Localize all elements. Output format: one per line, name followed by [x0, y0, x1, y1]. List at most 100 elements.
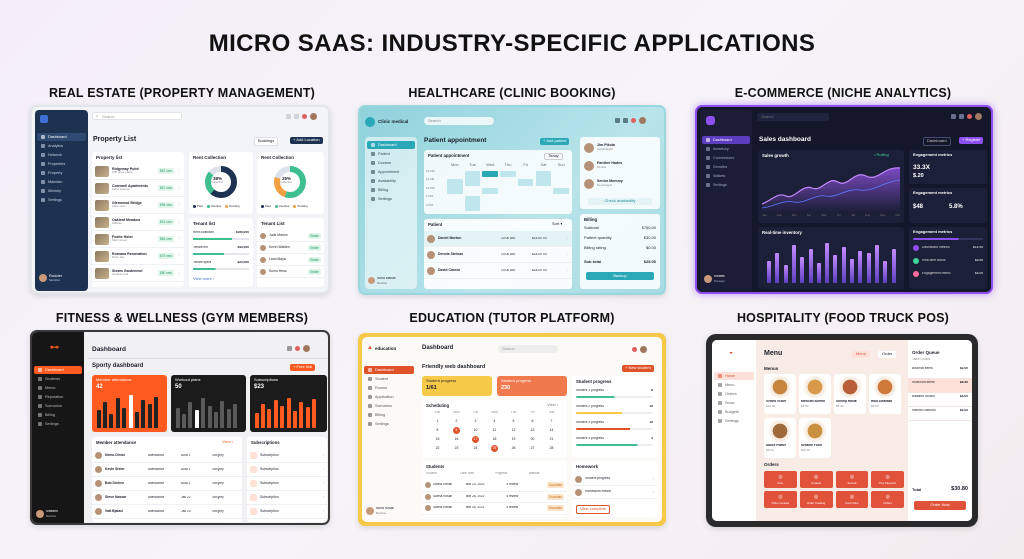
nav-item-student[interactable]: Student — [364, 375, 414, 383]
add-location-button[interactable]: + Add Location — [290, 137, 323, 144]
appointment-slot[interactable] — [500, 171, 516, 178]
subscription-row[interactable]: Subscription › — [247, 477, 327, 491]
calendar-date[interactable]: 25 — [491, 445, 498, 452]
calendar-date[interactable]: 2 — [453, 418, 460, 425]
calendar-date[interactable]: 20 — [529, 436, 536, 443]
order-action-button[interactable]: ◎ Served — [835, 471, 869, 488]
subscription-row[interactable]: Subscription › — [247, 449, 327, 463]
calendar-date[interactable]: 16 — [453, 436, 460, 443]
more-icon[interactable]: ⋮ — [565, 252, 569, 257]
more-icon[interactable]: ⋮ — [565, 236, 569, 241]
homework-row[interactable]: Student progress › — [572, 473, 657, 486]
more-icon[interactable]: ⋮ — [177, 186, 181, 191]
nav-item-network[interactable]: Network — [37, 151, 86, 159]
calendar-date[interactable]: 26 — [510, 445, 517, 452]
avatar[interactable] — [303, 345, 310, 352]
calendar-date[interactable]: 18 — [491, 436, 498, 443]
nav-item-application[interactable]: Application — [364, 393, 414, 401]
appointment-slot[interactable] — [553, 187, 569, 195]
mail-icon[interactable] — [623, 118, 628, 123]
nav-item-maintain[interactable]: Maintain — [37, 178, 86, 186]
nav-item-properties[interactable]: Properties — [37, 160, 86, 168]
nav-item-dashboard[interactable]: Dashboard — [37, 133, 86, 141]
property-row[interactable]: Oakleaf Meadow Hillside $41 new ⋮ — [92, 214, 184, 231]
property-row[interactable]: Steam Gardenmel Central park $80 new ⋮ — [92, 265, 184, 282]
nav-item-inventory[interactable]: Inventory — [702, 145, 750, 153]
today-dropdown[interactable]: Today — [544, 153, 563, 160]
nav-item-doctors[interactable]: Doctors — [367, 159, 415, 167]
calendar-date[interactable]: 23 — [453, 445, 460, 452]
calendar-date[interactable]: 15 — [434, 436, 441, 443]
appointment-slot[interactable] — [482, 171, 499, 178]
grid-icon[interactable] — [286, 113, 291, 119]
avatar[interactable] — [640, 346, 647, 353]
calendar-date[interactable]: 7 — [548, 418, 555, 425]
appointment-slot[interactable] — [482, 187, 499, 195]
tenant-row[interactable]: Land Maya Stable — [257, 254, 324, 266]
nav-item-memo[interactable]: Memo — [34, 384, 82, 392]
nav-item-scenarios[interactable]: Scenarios — [364, 402, 414, 410]
more-icon[interactable]: ⋮ — [177, 220, 181, 225]
dish-card[interactable]: Shrimp Rasta $8.00 — [834, 374, 866, 414]
nav-item-stock[interactable]: Stock — [714, 399, 754, 407]
order-action-button[interactable]: ◎ Order Cooked — [764, 491, 797, 508]
nav-item-home[interactable]: Home — [714, 372, 754, 380]
order-now-button[interactable]: Order Now — [914, 501, 966, 510]
queue-row[interactable]: Roast kid ltems $8.50 — [908, 379, 972, 393]
dashboard-button[interactable]: Dashboard — [923, 137, 951, 146]
nav-item-dashboard[interactable]: Dashboard — [364, 366, 414, 374]
nav-item-property[interactable]: Property — [37, 169, 86, 177]
nav-item-settings[interactable]: Settings — [37, 196, 86, 204]
doctor-item[interactable]: Panther Hades Dentist — [580, 159, 660, 177]
search-input[interactable]: ⌕ Search — [92, 112, 182, 120]
property-row[interactable]: Ridgeway Point Cliff drive place $52 new ⋮ — [92, 163, 184, 180]
student-row[interactable]: Sanna Rosan Mar 23, 2022 4 review Guardian — [422, 480, 567, 492]
dish-card[interactable]: Sesame Food $11.00 — [799, 418, 831, 458]
chevron-right-icon[interactable]: › — [323, 509, 324, 514]
avatar[interactable] — [975, 113, 982, 120]
nav-item-billing[interactable]: Billing — [364, 411, 414, 419]
grid-icon[interactable] — [615, 118, 620, 123]
nav-item-appointment[interactable]: Appointment — [367, 168, 415, 176]
nav-item-availability[interactable]: Availability — [367, 177, 415, 185]
search-input[interactable]: Search — [424, 117, 494, 125]
calendar-date[interactable]: 28 — [548, 445, 555, 452]
new-student-button[interactable]: + New student — [622, 365, 654, 372]
calendar-date[interactable]: 10 — [472, 427, 479, 434]
more-icon[interactable]: ⋮ — [565, 268, 569, 273]
calendar-date[interactable]: 24 — [472, 445, 479, 452]
member-row[interactable]: Vatt Bjalaci Attendance Jan 23 3rd grey — [92, 505, 242, 519]
appointment-slot[interactable] — [447, 179, 463, 195]
appointment-slot[interactable] — [517, 179, 534, 186]
calendar-date[interactable]: 4 — [491, 418, 498, 425]
doctor-item[interactable]: Jim Pikola Cardiologist — [580, 141, 660, 159]
chevron-right-icon[interactable]: › — [323, 481, 324, 486]
calendar-date[interactable]: 6 — [529, 418, 536, 425]
view-complete-button[interactable]: View complete — [576, 505, 610, 514]
calendar-date[interactable]: 14 — [548, 427, 555, 434]
queue-row[interactable]: Biscmat Items $2.00 — [908, 365, 972, 379]
member-row[interactable]: Bob Dinhen Attendance Aura 2 3rd grey — [92, 477, 242, 491]
grid-icon[interactable] — [951, 114, 956, 119]
buildings-dropdown[interactable]: Buildings — [254, 137, 279, 146]
tenant-row[interactable]: Jude Marion Stable — [257, 230, 324, 242]
more-icon[interactable]: ⋮ — [177, 254, 181, 259]
search-input[interactable]: Search — [498, 345, 558, 353]
member-row[interactable]: Kevin Steier Attendance Aura 1 3rd grey — [92, 463, 242, 477]
free-trial-button[interactable]: + Free trial — [290, 364, 316, 371]
nav-item-ministry[interactable]: Ministry — [37, 187, 86, 195]
patient-row[interactable]: David Cassio 10:00 AM $18.00 00 ⋮ — [424, 263, 572, 279]
property-row[interactable]: Romana Renovation River bay $75 new ⋮ — [92, 248, 184, 265]
dish-card[interactable]: Mexican Burrito $5.50 — [799, 374, 831, 414]
calendar-date[interactable]: 17 — [472, 436, 479, 443]
backup-button[interactable]: Backup — [586, 272, 654, 280]
nav-item-budgets[interactable]: Budgets — [714, 408, 754, 416]
check-availability-button[interactable]: Check availability — [588, 198, 652, 205]
order-action-button[interactable]: ◎ Cooked — [799, 471, 833, 488]
bell-icon[interactable] — [632, 347, 637, 352]
calendar-date[interactable]: 1 — [434, 418, 441, 425]
view-link[interactable]: View › — [547, 403, 558, 408]
subscription-row[interactable]: Subscription › — [247, 463, 327, 477]
nav-item-settings[interactable]: Settings — [34, 420, 82, 428]
calendar-date[interactable]: 9 — [453, 427, 460, 434]
